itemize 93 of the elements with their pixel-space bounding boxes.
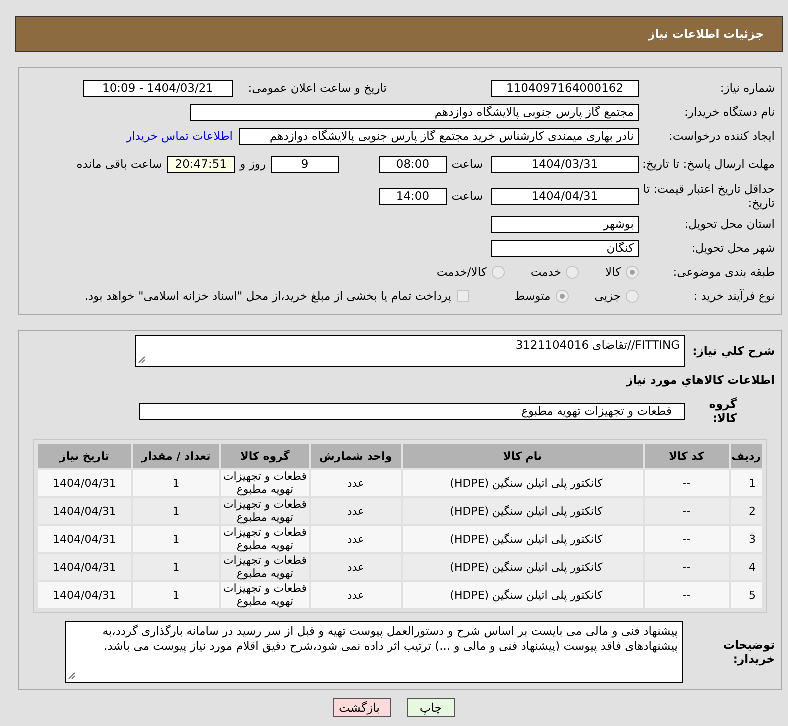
table-cell: 1404/04/31 — [38, 582, 132, 608]
resize-grip-icon[interactable] — [138, 356, 146, 364]
column-header: واحد شمارش — [311, 444, 401, 468]
table-cell: قطعات و تجهیزات تهویه مطبوع — [221, 498, 310, 524]
buyer-org-field: مجتمع گاز پارس جنوبی پالایشگاه دوازدهم — [190, 104, 639, 120]
table-cell: 1 — [730, 470, 762, 496]
table-cell: -- — [644, 554, 729, 580]
print-button[interactable]: چاپ — [407, 698, 455, 717]
table-cell: 4 — [730, 554, 762, 580]
field-label: شهر محل تحویل: — [690, 241, 776, 255]
table-cell: قطعات و تجهیزات تهویه مطبوع — [221, 554, 310, 580]
table-cell: قطعات و تجهیزات تهویه مطبوع — [221, 582, 310, 608]
table-cell: کانکتور پلی اتیلن سنگین (HDPE) — [402, 582, 643, 608]
field-label: گروه کالا: — [708, 397, 738, 425]
radio-button[interactable] — [566, 266, 580, 278]
table-cell: 3 — [730, 526, 762, 552]
column-header: تعداد / مقدار — [133, 444, 220, 468]
table-cell: عدد — [311, 526, 401, 552]
field-label: حداقل تاریخ اعتبار قیمت: تا تاریخ: — [642, 182, 776, 210]
remaining-time-field: 20:47:51 — [167, 156, 236, 172]
requester-field: نادر بهاری میمندی کارشناس خرید مجتمع گاز پارس جنوبی پالایشگاه دوازدهم — [239, 128, 639, 144]
days-field: 9 — [271, 156, 339, 172]
column-header: تاریخ نیاز — [38, 444, 132, 468]
table-cell: 2 — [730, 498, 762, 524]
field-label: نوع فرآیند خرید : — [692, 289, 776, 303]
field-label: شرح کلي نياز: — [692, 344, 776, 358]
reply-time-field: 08:00 — [379, 156, 447, 172]
field-label: روز و — [240, 157, 266, 171]
page-title: جزئیات اطلاعات نیاز — [648, 27, 764, 41]
table-cell: 1404/04/31 — [38, 470, 132, 496]
table-cell: 1 — [133, 498, 220, 524]
radio-button[interactable] — [492, 266, 505, 278]
city-field: کنگان — [491, 240, 639, 256]
field-label: ساعت — [450, 189, 483, 203]
field-label: طبقه بندی موضوعی: — [672, 265, 776, 279]
back-button[interactable]: بازگشت — [333, 698, 391, 717]
announce-date-field: 1404/03/21 - 10:09 — [83, 80, 233, 96]
price-date-field: 1404/04/31 — [491, 188, 639, 204]
table-cell: 1 — [133, 582, 220, 608]
radio-label: متوسط — [514, 289, 551, 303]
table-cell: 1 — [133, 470, 220, 496]
field-label: ساعت باقی مانده — [76, 157, 162, 171]
table-cell: 1 — [133, 526, 220, 552]
column-header: نام کالا — [402, 444, 643, 468]
buyer-contact-link[interactable]: اطلاعات تماس خریدار — [126, 129, 233, 143]
province-field: بوشهر — [491, 216, 639, 232]
radio-label: کالا — [605, 265, 621, 279]
table-cell: 1 — [133, 554, 220, 580]
table-cell: قطعات و تجهیزات تهویه مطبوع — [221, 526, 310, 552]
table-cell: کانکتور پلی اتیلن سنگین (HDPE) — [402, 498, 643, 524]
checkbox-label: پرداخت تمام یا بخشی از مبلغ خرید،از محل "اسناد خزانه اسلامی" خواهد بود. — [84, 289, 452, 303]
reply-date-field: 1404/03/31 — [491, 156, 639, 172]
table-cell: عدد — [311, 582, 401, 608]
column-header: گروه کالا — [221, 444, 310, 468]
table-cell: 1404/04/31 — [38, 498, 132, 524]
field-label: ایجاد کننده درخواست: — [668, 129, 776, 143]
resize-grip-icon[interactable] — [68, 672, 76, 680]
radio-label: کالا/خدمت — [436, 265, 487, 279]
price-time-field: 14:00 — [379, 188, 447, 204]
goods-group-field: قطعات و تجهیزات تهویه مطبوع — [139, 402, 685, 420]
description-field: FITTING//تقاضای 3121104016 — [135, 335, 685, 367]
table-cell: 1404/04/31 — [38, 526, 132, 552]
radio-button[interactable] — [556, 290, 569, 302]
table-cell: کانکتور پلی اتیلن سنگین (HDPE) — [402, 526, 643, 552]
column-header: ردیف — [730, 444, 762, 468]
column-header: کد کالا — [644, 444, 729, 468]
table-cell: عدد — [311, 470, 401, 496]
field-label: مهلت ارسال پاسخ: تا تاریخ: — [641, 157, 776, 171]
field-label: نام دستگاه خریدار: — [683, 105, 776, 119]
table-cell: کانکتور پلی اتیلن سنگین (HDPE) — [402, 554, 643, 580]
table-cell: 5 — [730, 582, 762, 608]
table-cell: عدد — [311, 554, 401, 580]
field-label: استان محل تحویل: — [684, 217, 776, 231]
table-cell: 1404/04/31 — [38, 554, 132, 580]
section-heading: اطلاعات کالاهاي مورد نياز — [625, 373, 776, 387]
table-cell: عدد — [311, 498, 401, 524]
table-cell: قطعات و تجهیزات تهویه مطبوع — [221, 470, 310, 496]
radio-button[interactable] — [626, 290, 639, 302]
field-label: توضیحات خریدار: — [722, 638, 776, 666]
radio-button[interactable] — [626, 266, 639, 278]
radio-label: جزیی — [594, 289, 621, 303]
table-cell: -- — [644, 470, 729, 496]
field-label: ساعت — [450, 157, 483, 171]
field-label: شماره نیاز: — [719, 81, 776, 95]
radio-label: خدمت — [530, 265, 562, 279]
checkbox[interactable] — [456, 290, 469, 302]
buyer-notes-field: پیشنهاد فنی و مالی می بایست بر اساس شرح و دستورالعمل پیوست تهیه و قبل از سر رسید در سامانه بارگذاری گردد،به پیشنهادهای فاقد پیوست (پیشنهاد فنی و مالی و ...) ترتیب اثر داده نمی شود،شرح دقیق اقلام مورد نیاز پیوست می باشد. — [65, 621, 683, 683]
table-cell: کانکتور پلی اتیلن سنگین (HDPE) — [402, 470, 643, 496]
table-cell: -- — [644, 526, 729, 552]
field-label: تاریخ و ساعت اعلان عمومی: — [247, 81, 387, 95]
table-cell: -- — [644, 498, 729, 524]
table-cell: -- — [644, 582, 729, 608]
need-number-field: 1104097164000162 — [491, 80, 639, 96]
